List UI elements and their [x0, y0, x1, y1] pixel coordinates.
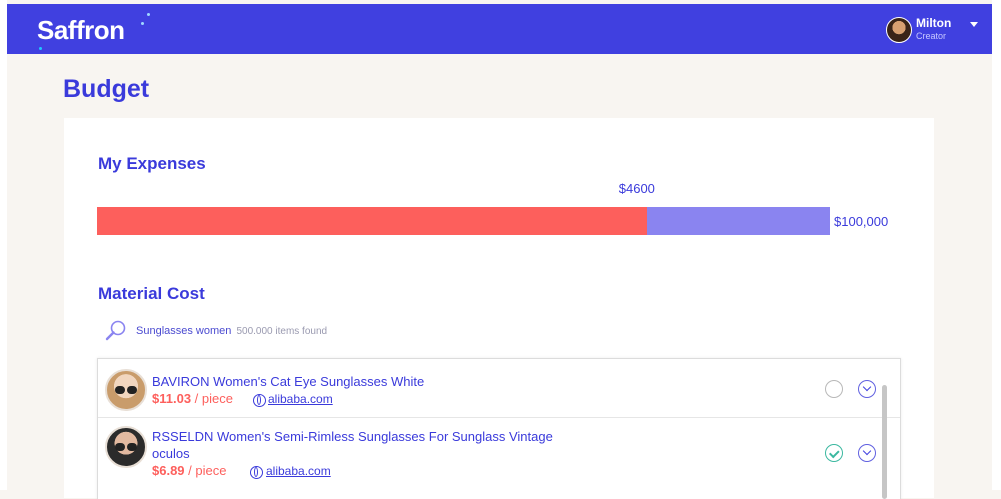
budget-total-label: $100,000 [834, 214, 889, 229]
logo-sparkle-decoration [147, 13, 150, 16]
results-count: 500.000 items found [236, 326, 328, 337]
price-unit: / piece [188, 463, 227, 478]
product-price: $6.89 / piece [152, 463, 226, 478]
caret-down-icon[interactable] [970, 22, 978, 27]
product-price: $11.03 / piece [152, 391, 233, 406]
product-title-line-1: RSSELDN Women's Semi-Rimless Sunglasses … [152, 429, 553, 444]
spent-amount-label: $4600 [618, 181, 655, 196]
user-menu[interactable]: Milton Creator [886, 16, 978, 46]
budget-card: My Expenses $4600 $100,000 Material Cost… [64, 118, 934, 499]
check-icon [829, 447, 840, 459]
user-role: Creator [916, 31, 947, 41]
list-item[interactable]: RSSELDN Women's Semi-Rimless Sunglasses … [98, 418, 900, 498]
page-title: Budget [63, 75, 150, 103]
expense-progress-fill [97, 207, 647, 235]
product-title[interactable]: RSSELDN Women's Semi-Rimless Sunglasses … [152, 429, 553, 464]
expenses-heading: My Expenses [98, 154, 206, 173]
globe-icon [250, 466, 263, 479]
window-frame-left [0, 0, 7, 490]
magnifier-icon[interactable] [104, 319, 128, 348]
list-item[interactable]: BAVIRON Women's Cat Eye Sunglasses White… [98, 359, 900, 418]
price-value: $6.89 [152, 463, 185, 478]
search-summary: Sunglasses women 500.000 items found [136, 325, 327, 337]
select-checkbox[interactable] [825, 380, 843, 398]
results-scrollbar[interactable] [882, 385, 887, 499]
top-navigation-bar: Saffron Milton Creator [7, 4, 992, 54]
product-thumbnail [105, 426, 147, 468]
window-frame-right [992, 0, 1001, 490]
select-checkbox[interactable] [825, 444, 843, 462]
app-logo[interactable]: Saffron [37, 15, 125, 46]
expand-button[interactable] [858, 444, 876, 462]
product-thumbnail [105, 369, 147, 411]
material-cost-heading: Material Cost [98, 284, 205, 303]
material-results-list: BAVIRON Women's Cat Eye Sunglasses White… [97, 358, 901, 499]
expand-button[interactable] [858, 380, 876, 398]
product-title[interactable]: BAVIRON Women's Cat Eye Sunglasses White [152, 374, 424, 389]
expense-progress-bar [97, 207, 830, 235]
chevron-down-icon [862, 446, 872, 456]
globe-icon [253, 394, 266, 407]
logo-sparkle-decoration [141, 22, 144, 25]
product-source-link[interactable]: alibaba.com [266, 464, 331, 478]
user-name: Milton [916, 16, 952, 30]
user-avatar[interactable] [886, 17, 912, 43]
chevron-down-icon [862, 382, 872, 392]
product-title-line-2: oculos [152, 446, 190, 461]
price-value: $11.03 [152, 391, 192, 406]
logo-sparkle-decoration [39, 47, 42, 50]
search-query: Sunglasses women [136, 325, 232, 337]
price-unit: / piece [194, 391, 233, 406]
product-source-link[interactable]: alibaba.com [268, 392, 333, 406]
